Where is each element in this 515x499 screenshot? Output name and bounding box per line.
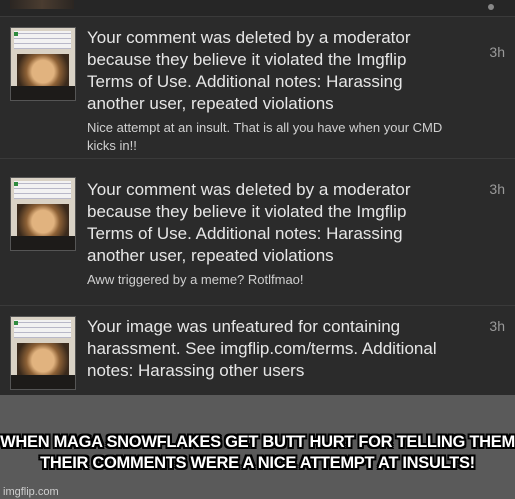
notification-item[interactable]: Your comment was deleted by a moderator … (0, 158, 515, 306)
meme-caption-area: WHEN MAGA SNOWFLAKES GET BUTT HURT FOR T… (0, 395, 515, 499)
notification-item[interactable]: Your image was unfeatured for containing… (0, 305, 515, 396)
notification-message: Your comment was deleted by a moderator … (87, 28, 411, 113)
online-dot (14, 182, 18, 186)
notification-comment: Aww triggered by a meme? Rotlfmao! (87, 272, 304, 287)
notification-time: 3h (489, 318, 505, 334)
previous-thumbnail (10, 0, 74, 9)
watermark: imgflip.com (3, 486, 59, 498)
notification-time: 3h (489, 181, 505, 197)
notification-message: Your comment was deleted by a moderator … (87, 180, 411, 265)
suit-image (11, 375, 75, 389)
notification-message: Your image was unfeatured for containing… (87, 317, 437, 380)
notification-time: 3h (489, 44, 505, 60)
meme-thumbnail[interactable] (10, 316, 76, 390)
notification-item[interactable]: Your comment was deleted by a moderator … (0, 16, 515, 159)
suit-image (11, 236, 75, 250)
online-dot (14, 321, 18, 325)
meme-caption: WHEN MAGA SNOWFLAKES GET BUTT HURT FOR T… (0, 433, 515, 472)
meme-thumbnail[interactable] (10, 27, 76, 101)
meme-thumbnail[interactable] (10, 177, 76, 251)
thumbnail-text-lines (14, 181, 71, 199)
thumbnail-text-lines (14, 320, 71, 338)
top-strip (0, 0, 515, 16)
suit-image (11, 86, 75, 100)
notification-comment: Nice attempt at an insult. That is all y… (87, 120, 443, 153)
unread-dot (488, 4, 494, 10)
online-dot (14, 32, 18, 36)
thumbnail-text-lines (14, 31, 71, 49)
